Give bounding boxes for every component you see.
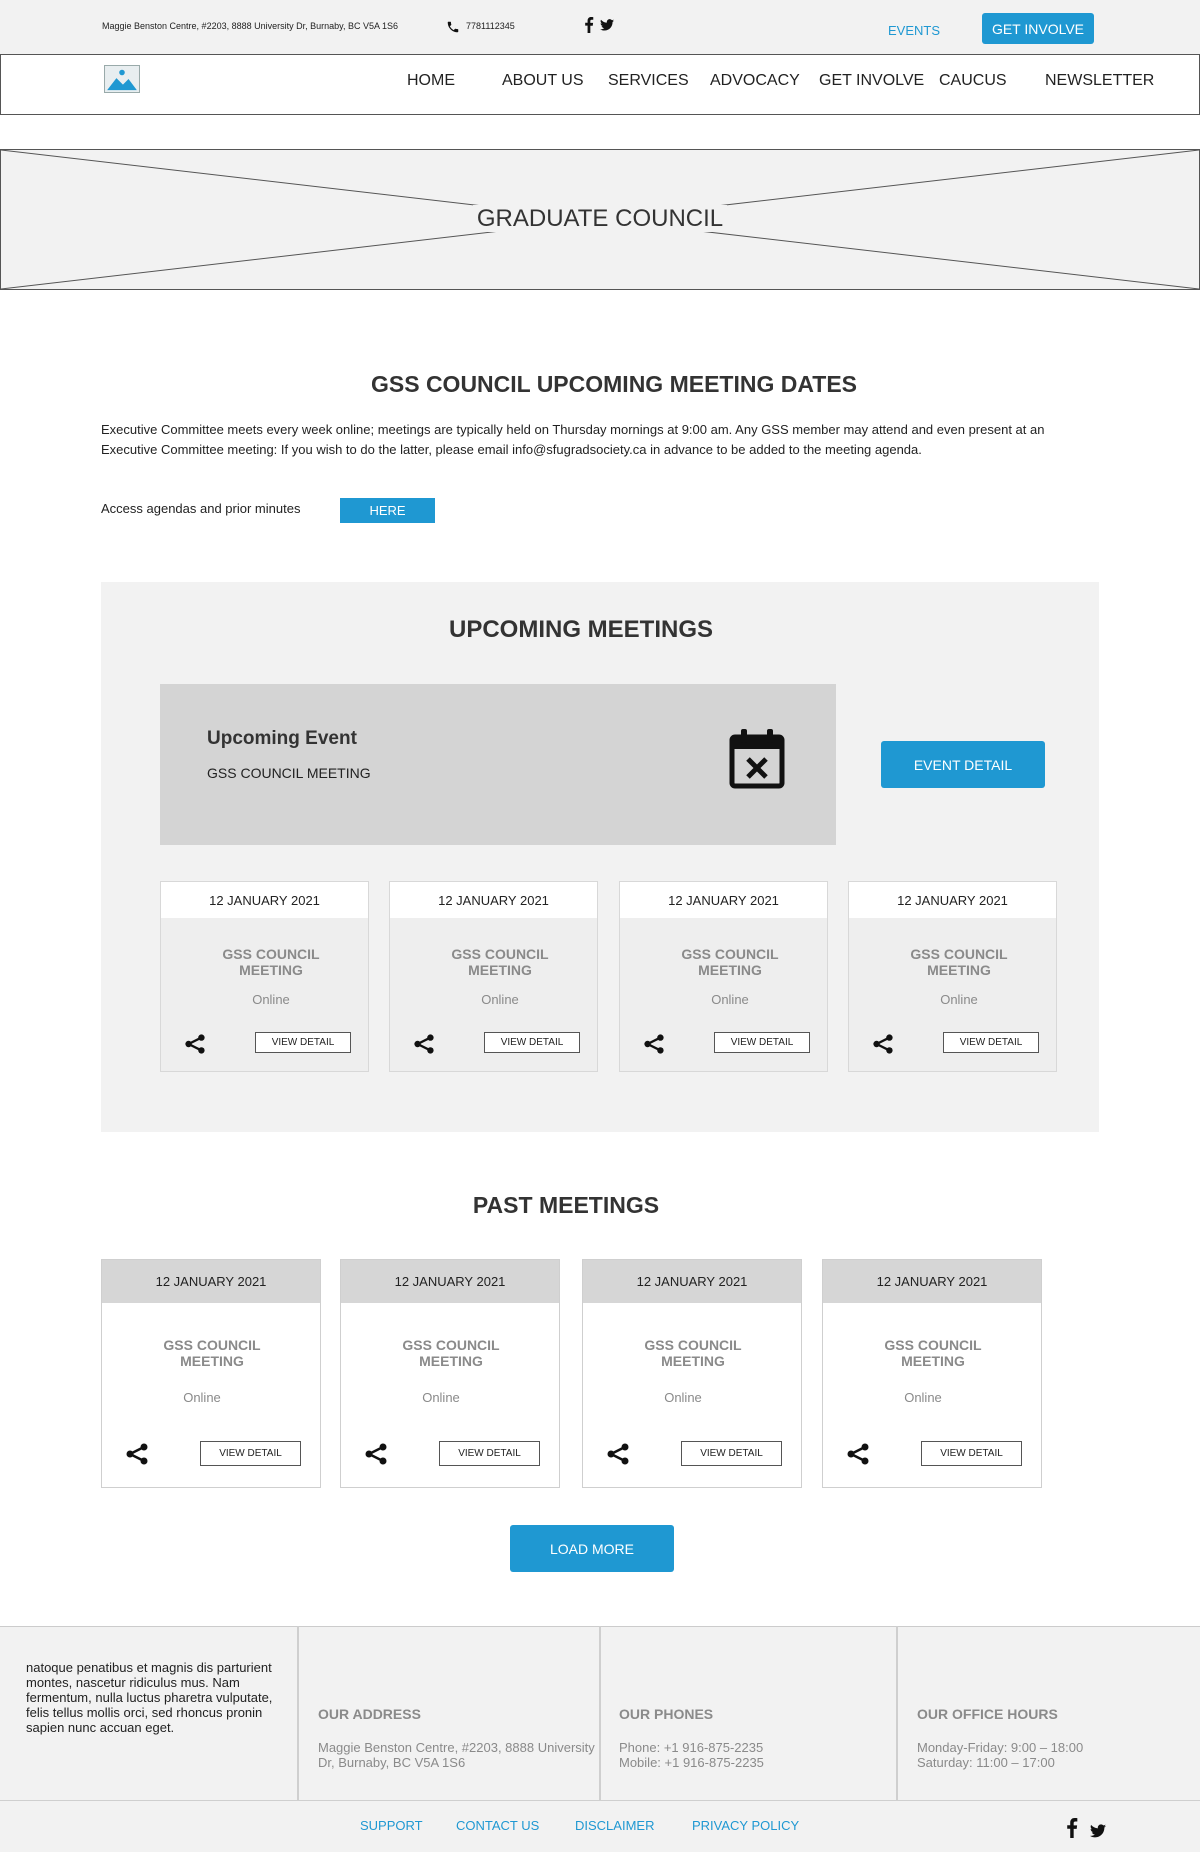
past-meeting-card: 12 JANUARY 2021 GSS COUNCIL MEETING Onli…: [582, 1259, 802, 1488]
share-icon[interactable]: [605, 1442, 631, 1466]
share-icon[interactable]: [412, 1033, 436, 1055]
nav-get-involve[interactable]: GET INVOLVE: [819, 72, 924, 90]
footer-phones-heading: OUR PHONES: [619, 1706, 714, 1722]
meeting-title: GSS COUNCIL MEETING: [910, 946, 1008, 978]
upcoming-meetings-title: UPCOMING MEETINGS: [448, 616, 713, 643]
meeting-location: Online: [711, 992, 749, 1007]
footer-link-contact-us[interactable]: CONTACT US: [456, 1818, 539, 1833]
event-detail-button[interactable]: EVENT DETAIL: [881, 741, 1045, 788]
meeting-title: GSS COUNCIL MEETING: [402, 1337, 500, 1369]
nav-newsletter[interactable]: NEWSLETTER: [1045, 72, 1154, 90]
footer-about-text: natoque penatibus et magnis dis parturie…: [26, 1660, 273, 1735]
image-placeholder-icon[interactable]: [104, 65, 140, 93]
get-involve-button[interactable]: GET INVOLVE: [982, 13, 1094, 44]
past-meetings-title: PAST MEETINGS: [472, 1192, 660, 1218]
upcoming-meeting-card: 12 JANUARY 2021 GSS COUNCIL MEETING Onli…: [160, 881, 369, 1072]
view-detail-button[interactable]: VIEW DETAIL: [255, 1032, 351, 1053]
meeting-title: GSS COUNCIL MEETING: [451, 946, 549, 978]
nav-about-us[interactable]: ABOUT US: [502, 72, 584, 90]
access-agendas-label: Access agendas and prior minutes: [101, 501, 301, 516]
featured-event-name: GSS COUNCIL MEETING: [207, 765, 371, 781]
meeting-title: GSS COUNCIL MEETING: [222, 946, 320, 978]
meeting-title: GSS COUNCIL MEETING: [884, 1337, 982, 1369]
meeting-date: 12 JANUARY 2021: [583, 1260, 801, 1303]
past-meeting-card: 12 JANUARY 2021 GSS COUNCIL MEETING Onli…: [822, 1259, 1042, 1488]
meeting-location: Online: [252, 992, 290, 1007]
view-detail-button[interactable]: VIEW DETAIL: [714, 1032, 810, 1053]
meeting-date: 12 JANUARY 2021: [823, 1260, 1041, 1303]
meeting-location: Online: [481, 992, 519, 1007]
footer-hours-saturday: Saturday: 11:00 – 17:00: [917, 1755, 1055, 1770]
footer-link-support[interactable]: SUPPORT: [360, 1818, 423, 1833]
share-icon[interactable]: [845, 1442, 871, 1466]
featured-event-heading: Upcoming Event: [207, 728, 357, 749]
nav-caucus[interactable]: CAUCUS: [939, 72, 1007, 90]
view-detail-button[interactable]: VIEW DETAIL: [681, 1441, 782, 1466]
main-nav: [0, 54, 1200, 115]
footer-divider: [599, 1626, 601, 1800]
view-detail-button[interactable]: VIEW DETAIL: [943, 1032, 1039, 1053]
view-detail-button[interactable]: VIEW DETAIL: [439, 1441, 540, 1466]
meeting-title: GSS COUNCIL MEETING: [644, 1337, 742, 1369]
share-icon[interactable]: [642, 1033, 666, 1055]
footer-address-line: Dr, Burnaby, BC V5A 1S6: [318, 1755, 466, 1770]
meeting-date: 12 JANUARY 2021: [102, 1260, 320, 1303]
footer-address-heading: OUR ADDRESS: [318, 1706, 421, 1722]
meeting-date: 12 JANUARY 2021: [849, 882, 1056, 918]
upcoming-meeting-card: 12 JANUARY 2021 GSS COUNCIL MEETING Onli…: [389, 881, 598, 1072]
upcoming-meeting-card: 12 JANUARY 2021 GSS COUNCIL MEETING Onli…: [619, 881, 828, 1072]
view-detail-button[interactable]: VIEW DETAIL: [921, 1441, 1022, 1466]
meeting-date: 12 JANUARY 2021: [341, 1260, 559, 1303]
meeting-date: 12 JANUARY 2021: [620, 882, 827, 918]
meeting-title: GSS COUNCIL MEETING: [163, 1337, 261, 1369]
top-address: Maggie Benston Centre, #2203, 8888 Unive…: [102, 21, 399, 31]
phone-icon: [447, 21, 459, 33]
meeting-date: 12 JANUARY 2021: [390, 882, 597, 918]
page-title: GRADUATE COUNCIL: [472, 205, 728, 232]
hero-title-wrapper: GRADUATE COUNCIL: [0, 205, 1200, 233]
facebook-icon[interactable]: [1066, 1818, 1078, 1838]
footer-mobile[interactable]: Mobile: +1 916-875-2235: [619, 1755, 764, 1770]
meeting-dates-description: Executive Committee meets every week onl…: [101, 422, 1045, 457]
top-phone[interactable]: 7781112345: [466, 21, 515, 31]
footer-divider: [896, 1626, 898, 1800]
footer-divider: [0, 1800, 1200, 1801]
share-icon[interactable]: [183, 1033, 207, 1055]
footer-hours-heading: OUR OFFICE HOURS: [917, 1706, 1058, 1722]
twitter-icon[interactable]: [600, 19, 614, 31]
facebook-icon[interactable]: [584, 17, 594, 33]
upcoming-meeting-card: 12 JANUARY 2021 GSS COUNCIL MEETING Onli…: [848, 881, 1057, 1072]
footer-phone[interactable]: Phone: +1 916-875-2235: [619, 1740, 763, 1755]
meeting-location: Online: [904, 1390, 942, 1405]
past-meeting-card: 12 JANUARY 2021 GSS COUNCIL MEETING Onli…: [340, 1259, 560, 1488]
footer-link-privacy-policy[interactable]: PRIVACY POLICY: [692, 1818, 799, 1833]
share-icon[interactable]: [363, 1442, 389, 1466]
share-icon[interactable]: [871, 1033, 895, 1055]
nav-advocacy[interactable]: ADVOCACY: [710, 72, 800, 90]
here-button[interactable]: HERE: [340, 498, 435, 523]
meeting-location: Online: [664, 1390, 702, 1405]
share-icon[interactable]: [124, 1442, 150, 1466]
load-more-button[interactable]: LOAD MORE: [510, 1525, 674, 1572]
meeting-title: GSS COUNCIL MEETING: [681, 946, 779, 978]
meeting-dates-title: GSS COUNCIL UPCOMING MEETING DATES: [370, 371, 857, 397]
nav-services[interactable]: SERVICES: [608, 72, 689, 90]
meeting-date: 12 JANUARY 2021: [161, 882, 368, 918]
view-detail-button[interactable]: VIEW DETAIL: [484, 1032, 580, 1053]
footer-address-line: Maggie Benston Centre, #2203, 8888 Unive…: [318, 1740, 595, 1755]
footer-hours-weekdays: Monday-Friday: 9:00 – 18:00: [917, 1740, 1084, 1755]
footer-divider: [297, 1626, 299, 1800]
view-detail-button[interactable]: VIEW DETAIL: [200, 1441, 301, 1466]
footer-link-disclaimer[interactable]: DISCLAIMER: [575, 1818, 654, 1833]
past-meeting-card: 12 JANUARY 2021 GSS COUNCIL MEETING Onli…: [101, 1259, 321, 1488]
nav-home[interactable]: HOME: [407, 72, 455, 90]
calendar-cancel-icon: [729, 729, 785, 789]
twitter-icon[interactable]: [1090, 1824, 1106, 1838]
meeting-location: Online: [940, 992, 978, 1007]
meeting-location: Online: [422, 1390, 460, 1405]
events-link[interactable]: EVENTS: [888, 23, 940, 38]
meeting-location: Online: [183, 1390, 221, 1405]
